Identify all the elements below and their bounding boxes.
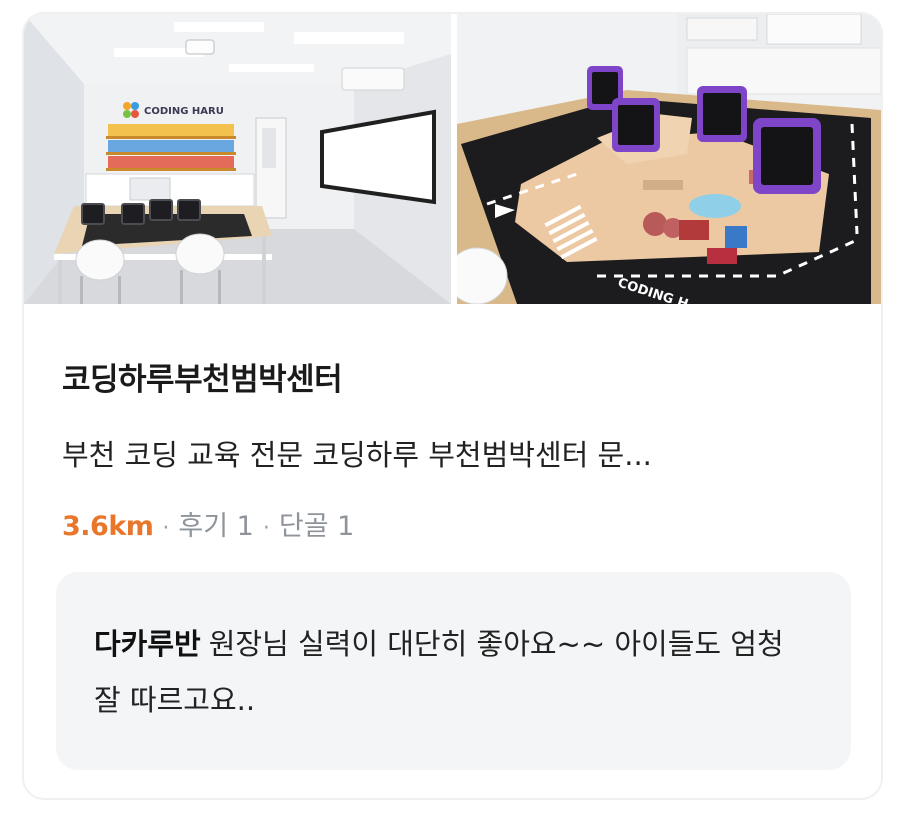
place-title[interactable]: 코딩하루부천범박센터 [62, 354, 343, 399]
review-count[interactable]: 후기 1 [178, 504, 253, 543]
meta-separator: · [262, 516, 270, 541]
review-snippet[interactable]: 다카루반 원장님 실력이 대단히 좋아요~~ 아이들도 엄청 잘 따르고요.. [56, 572, 851, 770]
photo-strip[interactable]: CODING HARU CODING H [24, 14, 881, 304]
wall-sign-text: CODING HARU [144, 106, 224, 117]
classroom-photo[interactable]: CODING HARU [24, 14, 451, 304]
reviewer-name: 다카루반 [94, 627, 201, 661]
place-meta: 3.6km · 후기 1 · 단골 1 [62, 504, 354, 543]
meta-separator: · [162, 516, 170, 541]
coding-board-photo[interactable]: CODING H [457, 14, 881, 304]
distance-label: 3.6km [62, 511, 154, 542]
place-description: 부천 코딩 교육 전문 코딩하루 부천범박센터 문... [62, 438, 652, 472]
place-card[interactable]: CODING HARU CODING H 코딩하루부천범박센터 부천 코딩 교육… [22, 12, 883, 800]
regulars-count: 단골 1 [278, 511, 355, 542]
